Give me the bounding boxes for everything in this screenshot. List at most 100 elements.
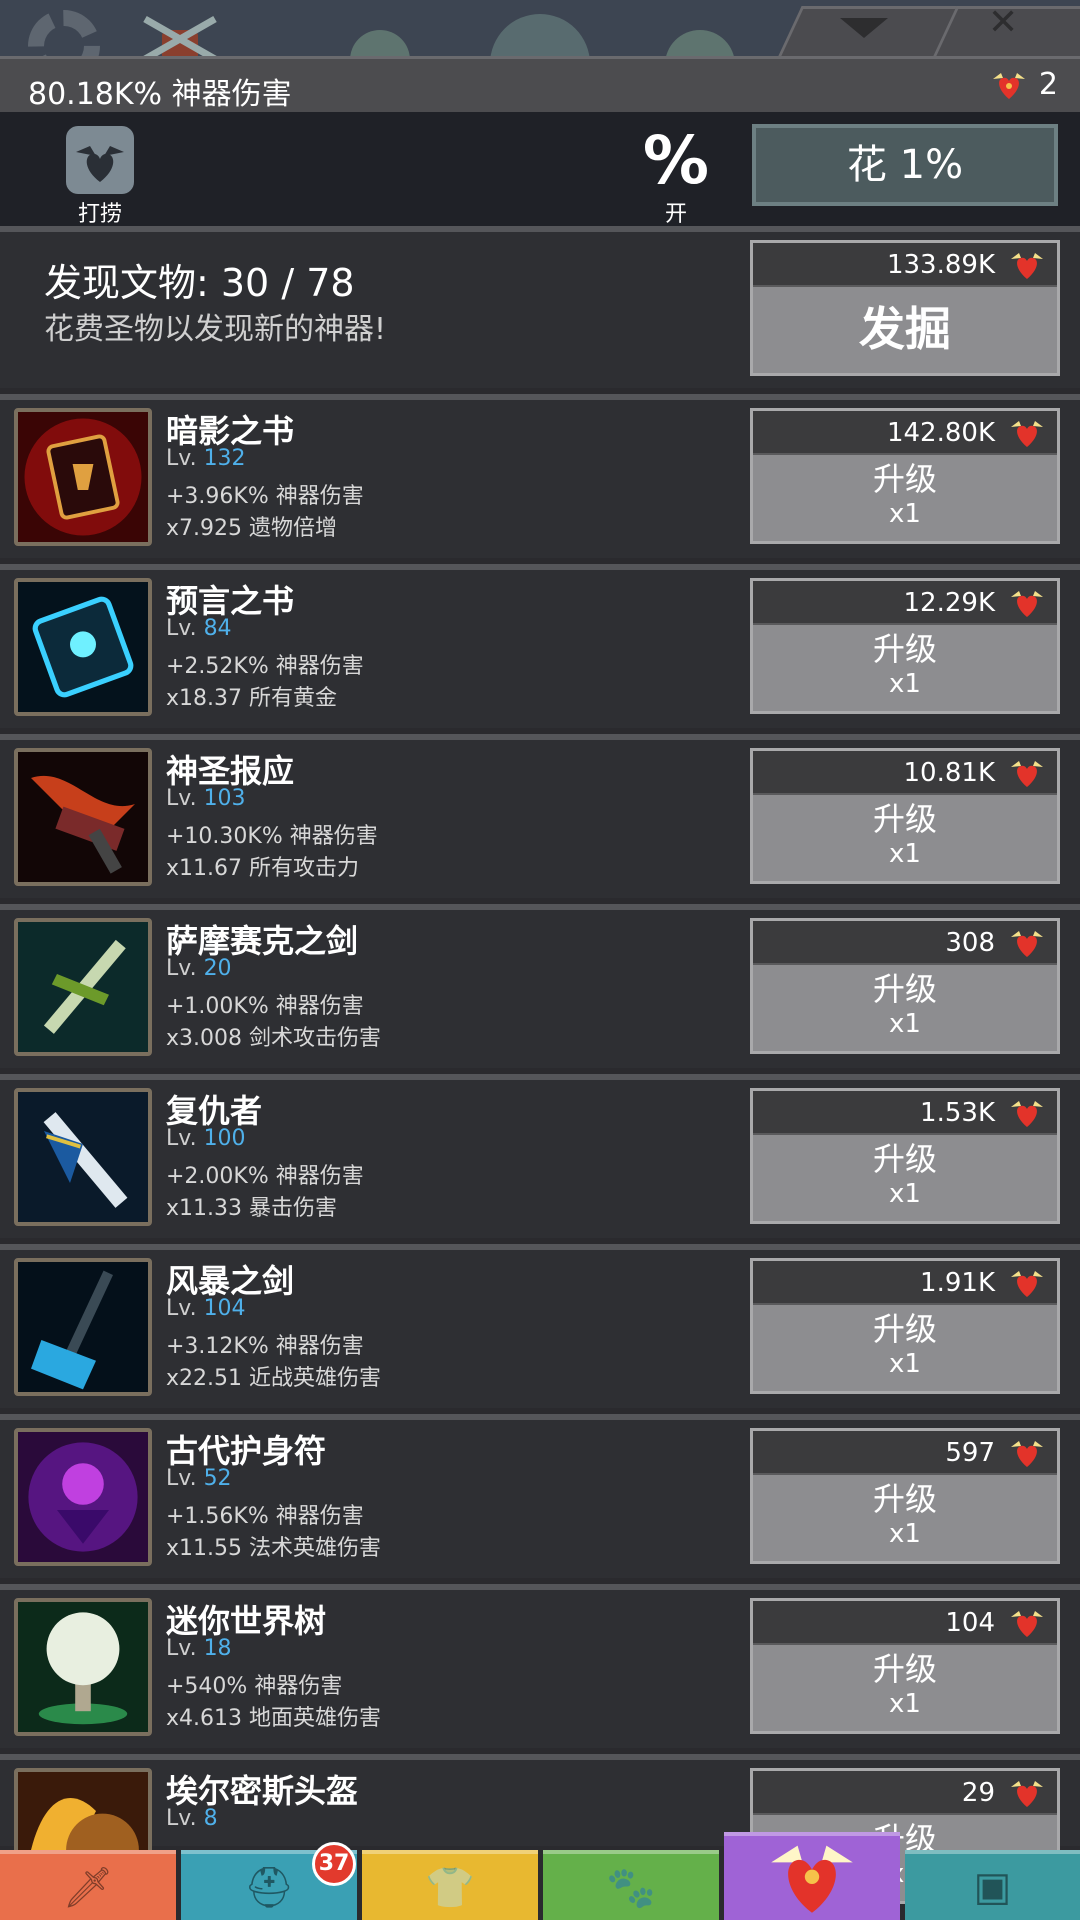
- upgrade-label: 升级: [872, 630, 937, 668]
- level-prefix: Lv.: [166, 956, 197, 981]
- artifact-effect-bonus: x11.55 法术英雄伤害: [166, 1536, 381, 1561]
- prophecy-book-icon[interactable]: [14, 578, 152, 716]
- artifact-row: 埃尔密斯头盔 Lv. 8 29 升级 x1: [0, 1760, 1080, 1906]
- upgrade-price-value: 1.91K: [920, 1268, 995, 1298]
- upgrade-button-face: 升级 x1: [753, 1645, 1057, 1719]
- relic-heart-icon: [1007, 1607, 1047, 1639]
- upgrade-button[interactable]: 597 升级 x1: [750, 1428, 1060, 1564]
- artifact-effect-bonus: x4.613 地面英雄伤害: [166, 1706, 381, 1731]
- relic-heart-icon: [1007, 249, 1047, 281]
- level-prefix: Lv.: [166, 1126, 197, 1151]
- upgrade-button-face: 升级 x1: [753, 1475, 1057, 1549]
- shadow-book-icon[interactable]: [14, 408, 152, 546]
- settings-gear-icon[interactable]: [28, 10, 100, 56]
- upgrade-label: 升级: [872, 800, 937, 838]
- level-prefix: Lv.: [166, 1636, 197, 1661]
- artifact-effect-bonus: x7.925 遗物倍增: [166, 516, 337, 541]
- relic-heart-icon: [1007, 587, 1047, 619]
- discover-price-value: 133.89K: [886, 250, 995, 280]
- salvage-icon: [76, 146, 124, 182]
- upgrade-button-face: 升级 x1: [753, 965, 1057, 1039]
- chest-icon: ▣: [973, 1864, 1012, 1910]
- upgrade-label: 升级: [872, 1310, 937, 1348]
- upgrade-price: 104: [753, 1601, 1057, 1645]
- upgrade-button[interactable]: 1.53K 升级 x1: [750, 1088, 1060, 1224]
- winged-heart-icon: [771, 1845, 853, 1913]
- amulet-icon[interactable]: [14, 1428, 152, 1566]
- upgrade-button[interactable]: 308 升级 x1: [750, 918, 1060, 1054]
- upgrade-button[interactable]: 104 升级 x1: [750, 1598, 1060, 1734]
- artifact-level: Lv. 132: [166, 446, 246, 471]
- upgrade-price-value: 308: [945, 928, 995, 958]
- upgrade-price: 308: [753, 921, 1057, 965]
- level-prefix: Lv.: [166, 616, 197, 641]
- artifact-damage-bonus: +3.96K% 神器伤害: [166, 484, 364, 509]
- artifact-damage-bonus: +2.00K% 神器伤害: [166, 1164, 364, 1189]
- chevron-down-icon[interactable]: [840, 18, 888, 38]
- spend-percent-button[interactable]: 花 1%: [752, 124, 1058, 206]
- artifact-row: 暗影之书 Lv. 132 +3.96K% 神器伤害 x7.925 遗物倍增 14…: [0, 400, 1080, 558]
- artifact-level: Lv. 18: [166, 1636, 232, 1661]
- upgrade-multiplier: x1: [889, 1689, 921, 1719]
- salvage-button[interactable]: [66, 126, 134, 194]
- storm-sword-icon[interactable]: [14, 1258, 152, 1396]
- upgrade-button[interactable]: 1.91K 升级 x1: [750, 1258, 1060, 1394]
- artifact-damage-bonus: +1.56K% 神器伤害: [166, 1504, 364, 1529]
- close-icon[interactable]: ✕: [988, 2, 1018, 43]
- upgrade-label: 升级: [872, 460, 937, 498]
- sword-tab[interactable]: 🗡: [0, 1850, 176, 1920]
- relic-heart-icon: [989, 69, 1029, 101]
- artifact-level: Lv. 104: [166, 1296, 246, 1321]
- artifact-damage-bonus: +540% 神器伤害: [166, 1674, 343, 1699]
- discover-button[interactable]: 133.89K 发掘: [750, 240, 1060, 376]
- level-value: 100: [203, 1126, 246, 1151]
- avenger-sword-icon[interactable]: [14, 1088, 152, 1226]
- sword-icon: 🗡: [62, 1864, 114, 1911]
- relic-heart-icon: [1007, 1437, 1047, 1469]
- discover-subtitle: 花费圣物以发现新的神器!: [44, 312, 387, 347]
- equipment-tab[interactable]: 👕: [362, 1850, 538, 1920]
- divine-retribution-icon[interactable]: [14, 748, 152, 886]
- discover-button-label: 发掘: [859, 302, 951, 356]
- upgrade-label: 升级: [872, 1480, 937, 1518]
- upgrade-button[interactable]: 142.80K 升级 x1: [750, 408, 1060, 544]
- artifact-effect-bonus: x11.67 所有攻击力: [166, 856, 359, 881]
- upgrade-price: 1.53K: [753, 1091, 1057, 1135]
- upgrade-button[interactable]: 10.81K 升级 x1: [750, 748, 1060, 884]
- level-prefix: Lv.: [166, 446, 197, 471]
- artifact-level: Lv. 100: [166, 1126, 246, 1151]
- upgrade-button-face: 升级 x1: [753, 1305, 1057, 1379]
- level-value: 84: [203, 616, 232, 641]
- relic-heart-icon: [1007, 927, 1047, 959]
- upgrade-button-face: 升级 x1: [753, 455, 1057, 529]
- artifacts-tab[interactable]: [724, 1832, 900, 1920]
- crossed-swords-icon[interactable]: [140, 14, 220, 56]
- percent-toggle-icon[interactable]: %: [640, 122, 712, 199]
- pets-tab[interactable]: 🐾: [543, 1850, 719, 1920]
- upgrade-label: 升级: [872, 1140, 937, 1178]
- world-tree-icon[interactable]: [14, 1598, 152, 1736]
- level-value: 8: [203, 1806, 218, 1831]
- artifact-level: Lv. 84: [166, 616, 232, 641]
- control-row: 打捞 % 开 花 1%: [0, 112, 1080, 227]
- upgrade-price-value: 142.80K: [886, 418, 995, 448]
- upgrade-price: 597: [753, 1431, 1057, 1475]
- artifact-effect-bonus: x18.37 所有黄金: [166, 686, 337, 711]
- upgrade-price: 10.81K: [753, 751, 1057, 795]
- artifact-effect-bonus: x22.51 近战英雄伤害: [166, 1366, 381, 1391]
- upgrade-price-value: 597: [945, 1438, 995, 1468]
- level-value: 104: [203, 1296, 246, 1321]
- level-prefix: Lv.: [166, 1806, 197, 1831]
- artifact-row: 迷你世界树 Lv. 18 +540% 神器伤害 x4.613 地面英雄伤害 10…: [0, 1590, 1080, 1748]
- upgrade-price: 142.80K: [753, 411, 1057, 455]
- upgrade-button[interactable]: 12.29K 升级 x1: [750, 578, 1060, 714]
- artifact-row: 风暴之剑 Lv. 104 +3.12K% 神器伤害 x22.51 近战英雄伤害 …: [0, 1250, 1080, 1408]
- shop-tab[interactable]: ▣: [905, 1850, 1080, 1920]
- artifact-level: Lv. 52: [166, 1466, 232, 1491]
- level-value: 132: [203, 446, 246, 471]
- artifact-damage-bonus: +3.12K% 神器伤害: [166, 1334, 364, 1359]
- percent-toggle-label: 开: [664, 202, 687, 227]
- bottom-tab-bar: 🗡 ⛑ 👕 🐾 ▣: [0, 1832, 1080, 1920]
- level-value: 18: [203, 1636, 232, 1661]
- samosek-sword-icon[interactable]: [14, 918, 152, 1056]
